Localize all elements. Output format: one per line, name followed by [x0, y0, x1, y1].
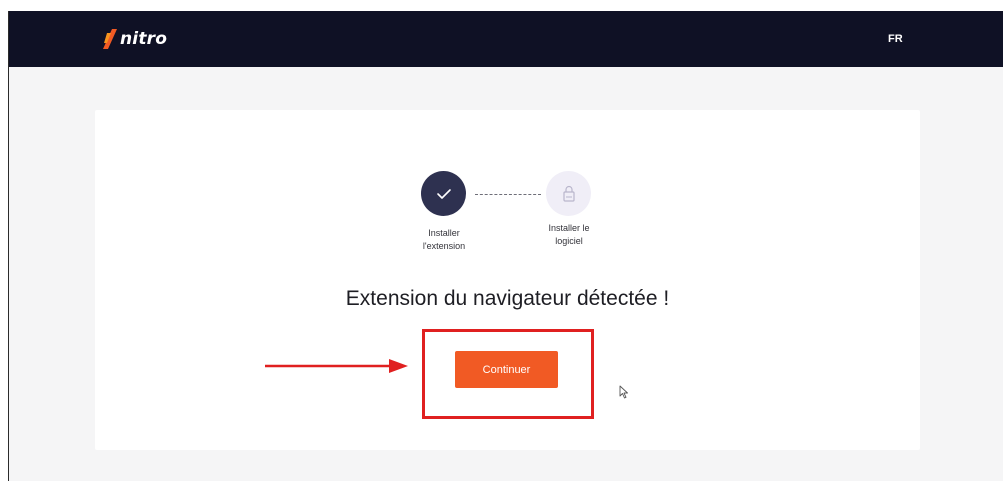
- lock-icon: [562, 185, 575, 202]
- step-label-line: l'extension: [422, 241, 466, 251]
- step-label-line: Installer le: [548, 223, 590, 233]
- nitro-logo-icon: [103, 29, 117, 49]
- step-install-software: [546, 171, 591, 216]
- top-navigation-bar: nitro FR: [9, 11, 1003, 67]
- step-label-install-extension: Installer l'extension: [399, 227, 489, 253]
- step-label-install-software: Installer le logiciel: [524, 222, 614, 248]
- logo-text: nitro: [120, 29, 168, 49]
- step-install-extension: [421, 171, 466, 216]
- step-label-line: Installer: [428, 228, 460, 238]
- mouse-cursor-icon: [619, 385, 628, 399]
- step-label-line: logiciel: [555, 236, 583, 246]
- page-title: Extension du navigateur détectée !: [345, 287, 670, 310]
- check-icon: [436, 188, 451, 199]
- step-connector: [475, 194, 541, 195]
- language-selector[interactable]: FR: [888, 33, 903, 45]
- annotation-arrow-icon: [265, 359, 408, 373]
- annotation-highlight-box: [422, 329, 594, 419]
- nitro-logo[interactable]: nitro: [103, 29, 167, 49]
